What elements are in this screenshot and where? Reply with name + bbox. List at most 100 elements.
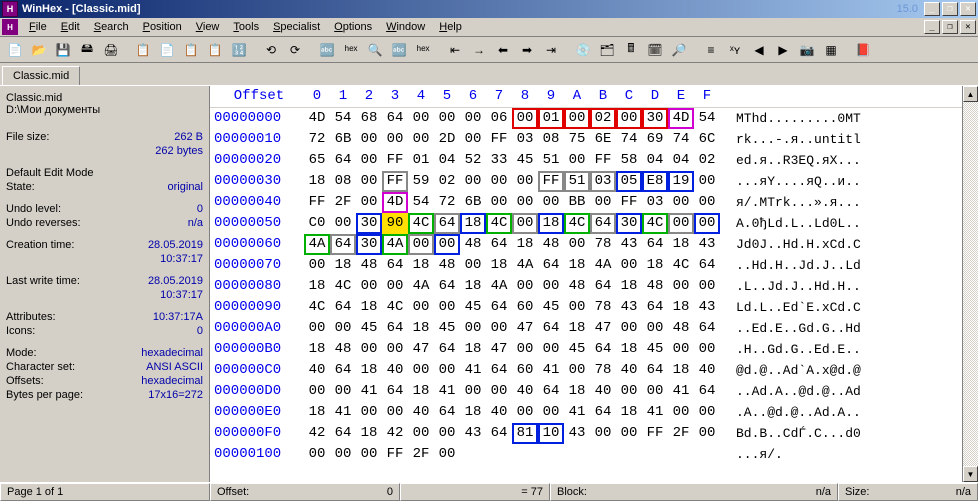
hex-byte[interactable]: 6B [330, 129, 356, 150]
scroll-down-button[interactable]: ▼ [963, 466, 978, 482]
hex-byte[interactable]: 01 [408, 150, 434, 171]
hex-byte[interactable]: FF [486, 129, 512, 150]
hex-byte[interactable]: 00 [356, 276, 382, 297]
toolbar-button-0[interactable]: 📄 [4, 39, 26, 61]
hex-byte[interactable]: 30 [356, 213, 382, 234]
hex-byte[interactable]: 40 [590, 381, 616, 402]
hex-byte[interactable]: 64 [642, 360, 668, 381]
hex-byte[interactable]: 00 [330, 213, 356, 234]
hex-row[interactable]: 000000A000004564184500004764184700004864… [210, 318, 962, 339]
hex-byte[interactable]: 4C [642, 213, 668, 234]
hex-byte[interactable]: 00 [356, 171, 382, 192]
hex-byte[interactable]: 00 [356, 339, 382, 360]
hex-byte[interactable]: 04 [434, 150, 460, 171]
hex-byte[interactable]: 00 [356, 129, 382, 150]
hex-byte[interactable]: 00 [408, 234, 434, 255]
ascii-text[interactable]: ...я/. [736, 444, 783, 465]
hex-byte[interactable]: 00 [694, 192, 720, 213]
hex-byte[interactable]: 00 [538, 339, 564, 360]
hex-byte[interactable]: 30 [616, 213, 642, 234]
row-offset[interactable]: 000000A0 [214, 318, 304, 339]
toolbar-button-19[interactable]: ʰᵉˣ [412, 39, 434, 61]
hex-byte[interactable]: 64 [590, 213, 616, 234]
toolbar-button-3[interactable]: 🖴 [76, 39, 98, 61]
toolbar-button-23[interactable]: ⬅ [492, 39, 514, 61]
hex-byte[interactable]: 00 [486, 318, 512, 339]
hex-byte[interactable]: 48 [642, 276, 668, 297]
hex-byte[interactable]: 08 [538, 129, 564, 150]
hex-byte[interactable]: 00 [460, 255, 486, 276]
menu-edit[interactable]: Edit [54, 19, 87, 35]
hex-byte[interactable]: 81 [512, 423, 538, 444]
hex-byte[interactable]: 00 [512, 276, 538, 297]
hex-byte[interactable]: 45 [642, 339, 668, 360]
hex-byte[interactable]: 18 [616, 339, 642, 360]
hex-byte[interactable]: 51 [564, 171, 590, 192]
hex-byte[interactable]: 48 [330, 339, 356, 360]
toolbar-button-29[interactable]: 🖩 [620, 39, 642, 61]
hex-byte[interactable]: 45 [434, 318, 460, 339]
hex-byte[interactable]: 48 [538, 234, 564, 255]
hex-byte[interactable]: 00 [434, 234, 460, 255]
hex-byte[interactable]: 64 [434, 213, 460, 234]
ascii-text[interactable]: я/.MTrk...».я... [736, 192, 861, 213]
hex-byte[interactable]: 00 [538, 192, 564, 213]
hex-byte[interactable]: 64 [486, 360, 512, 381]
hex-byte[interactable]: 43 [616, 234, 642, 255]
hex-byte[interactable]: 64 [330, 297, 356, 318]
hex-byte[interactable]: 4A [408, 276, 434, 297]
hex-byte[interactable]: 18 [460, 213, 486, 234]
hex-byte[interactable]: 00 [382, 339, 408, 360]
row-offset[interactable]: 00000080 [214, 276, 304, 297]
hex-byte[interactable]: 00 [356, 192, 382, 213]
hex-byte[interactable]: 30 [642, 108, 668, 129]
hex-byte[interactable]: 64 [538, 255, 564, 276]
hex-byte[interactable]: FF [382, 171, 408, 192]
hex-byte[interactable]: 43 [460, 423, 486, 444]
toolbar-button-35[interactable]: ◀ [748, 39, 770, 61]
toolbar-button-6[interactable]: 📋 [132, 39, 154, 61]
hex-byte[interactable]: 43 [694, 297, 720, 318]
hex-byte[interactable]: 64 [694, 318, 720, 339]
ascii-text[interactable]: ..Hd.H..Jd.J..Ld [736, 255, 861, 276]
hex-byte[interactable]: 18 [408, 381, 434, 402]
hex-byte[interactable]: 41 [642, 402, 668, 423]
hex-byte[interactable]: FF [382, 444, 408, 465]
hex-byte[interactable]: 6C [694, 129, 720, 150]
hex-byte[interactable]: 18 [356, 423, 382, 444]
toolbar-button-22[interactable]: → [468, 39, 490, 61]
scroll-track[interactable] [963, 102, 978, 466]
hex-byte[interactable]: FF [590, 150, 616, 171]
hex-byte[interactable]: 45 [356, 318, 382, 339]
hex-byte[interactable]: 00 [434, 108, 460, 129]
hex-byte[interactable]: 18 [538, 213, 564, 234]
hex-byte[interactable]: 00 [304, 255, 330, 276]
hex-byte[interactable]: 00 [460, 129, 486, 150]
toolbar-button-28[interactable]: 🗂 [596, 39, 618, 61]
hex-byte[interactable]: 54 [408, 192, 434, 213]
hex-byte[interactable]: 4A [304, 234, 330, 255]
hex-editor[interactable]: Offset 0123456789ABCDEF 000000004D546864… [210, 86, 962, 482]
offset-header[interactable]: Offset [214, 86, 304, 107]
row-offset[interactable]: 000000F0 [214, 423, 304, 444]
hex-byte[interactable]: 02 [434, 171, 460, 192]
hex-byte[interactable]: 00 [408, 297, 434, 318]
hex-byte[interactable]: 00 [512, 192, 538, 213]
hex-byte[interactable]: 18 [616, 276, 642, 297]
hex-byte[interactable]: 47 [408, 339, 434, 360]
hex-byte[interactable]: 64 [486, 297, 512, 318]
hex-byte[interactable]: 54 [330, 108, 356, 129]
row-offset[interactable]: 00000000 [214, 108, 304, 129]
hex-byte[interactable]: 00 [512, 339, 538, 360]
hex-byte[interactable]: 40 [408, 402, 434, 423]
ascii-text[interactable]: ed.я..R3EQ.яX... [736, 150, 861, 171]
hex-byte[interactable]: 4C [408, 213, 434, 234]
hex-byte[interactable]: 75 [564, 129, 590, 150]
hex-byte[interactable]: 52 [460, 150, 486, 171]
close-button[interactable]: ✕ [960, 2, 976, 16]
hex-byte[interactable]: 00 [616, 423, 642, 444]
hex-byte[interactable]: 2F [408, 444, 434, 465]
menu-file[interactable]: File [22, 19, 54, 35]
menu-view[interactable]: View [189, 19, 227, 35]
hex-byte[interactable]: 41 [356, 381, 382, 402]
